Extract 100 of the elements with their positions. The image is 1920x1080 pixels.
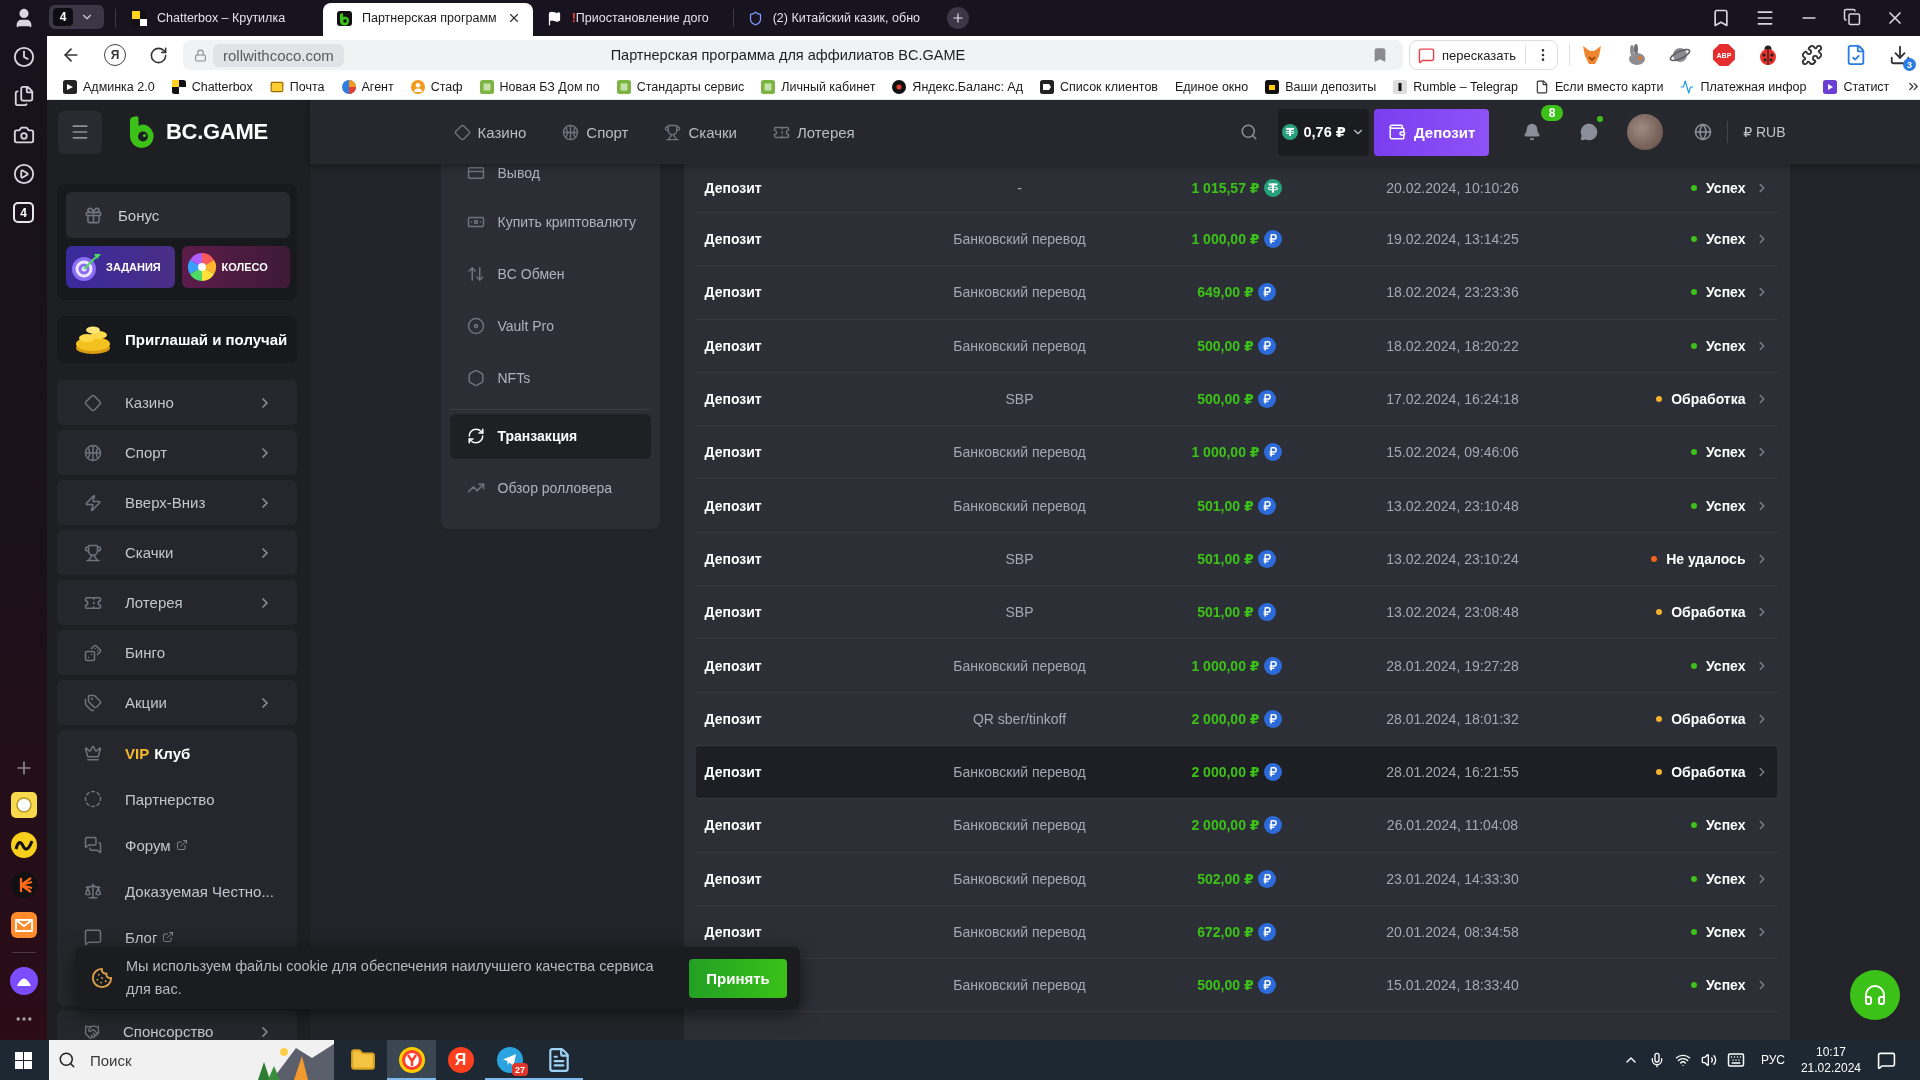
- menu-icon[interactable]: [1755, 8, 1775, 28]
- status-label: Успех: [1706, 657, 1746, 674]
- keyboard-icon[interactable]: [1726, 1051, 1745, 1069]
- refresh-icon: [466, 427, 485, 445]
- nav-link[interactable]: Лотерея: [773, 123, 855, 141]
- bookmark-link[interactable]: Rumble – Telegrap: [1393, 79, 1518, 94]
- search-icon[interactable]: [1240, 123, 1259, 141]
- notes-icon[interactable]: [12, 85, 35, 107]
- sidebar-link[interactable]: VIP Клуб: [84, 744, 191, 762]
- amount: 500,00 ₽: [1197, 391, 1254, 408]
- wallet-menu-item[interactable]: BC Обмен: [466, 265, 565, 283]
- tab-counter-button[interactable]: 4: [13, 202, 34, 223]
- url-text: rollwithcoco.com: [213, 43, 344, 67]
- bookmark-link[interactable]: Стандарты сервис: [616, 79, 745, 94]
- starburst-logo-icon[interactable]: [10, 872, 37, 898]
- retell-button[interactable]: пересказать: [1409, 40, 1558, 70]
- sidebar-link[interactable]: Блог: [84, 928, 175, 946]
- bonus-button[interactable]: Бонус: [66, 192, 290, 238]
- invite-banner[interactable]: Приглашай и получай: [57, 316, 297, 363]
- puzzle-icon[interactable]: [1800, 44, 1823, 66]
- wallet-menu-item[interactable]: Вывод: [466, 164, 540, 182]
- date-time: 13.02.2024, 23:10:24: [1386, 550, 1519, 567]
- language-indicator[interactable]: РУС: [1760, 1053, 1785, 1067]
- fox-icon[interactable]: [1580, 44, 1603, 66]
- sidebar-link[interactable]: Доказуемая Честно...: [84, 882, 274, 900]
- taskbar-app[interactable]: 27: [485, 1040, 534, 1080]
- new-tab-button[interactable]: [946, 7, 969, 29]
- menu-button[interactable]: [58, 110, 102, 154]
- bubble-logo-icon[interactable]: [9, 967, 38, 995]
- sidebar-item[interactable]: Акции: [57, 680, 297, 725]
- tab[interactable]: (2) Китайский казик, обно: [733, 3, 934, 36]
- bookmark-link[interactable]: Если вместо карти: [1534, 79, 1664, 94]
- bookmark-link[interactable]: Платежная инфор: [1680, 79, 1807, 94]
- tab-count-button[interactable]: 4: [49, 5, 104, 29]
- taskbar-app[interactable]: [387, 1040, 436, 1080]
- tab[interactable]: Партнерская программ: [323, 3, 533, 36]
- reload-icon[interactable]: [149, 45, 168, 65]
- speaker-icon[interactable]: [1700, 1052, 1717, 1068]
- bookmark-link[interactable]: Единое окно: [1175, 79, 1249, 94]
- bell-icon[interactable]: [1523, 123, 1542, 141]
- bookmark-link[interactable]: Ваши депозиты: [1265, 79, 1377, 94]
- bookmark-link[interactable]: Админка 2.0: [63, 79, 155, 94]
- bookmark-link[interactable]: Яндекс.Баланс: Ад: [892, 79, 1023, 94]
- sidebar-item[interactable]: Скачки: [57, 530, 297, 575]
- sidebar-link[interactable]: Партнерство: [84, 790, 215, 808]
- highlighted-row[interactable]: Депозит Банковский перевод 2 000,00 ₽ 28.01.2024, 16:21:55 Обработка: [695, 745, 1777, 800]
- sidebar-item[interactable]: Лотерея: [57, 580, 297, 625]
- wallet-menu-item[interactable]: Транзакция: [449, 413, 651, 459]
- sidebar-link[interactable]: Форум: [84, 836, 188, 854]
- nav-link[interactable]: Спорт: [562, 123, 629, 141]
- tab[interactable]: !Приостановление дого: [532, 3, 733, 36]
- sidebar-item[interactable]: Вверх-Вниз: [57, 480, 297, 525]
- status-label: Успех: [1706, 924, 1746, 940]
- envelope-icon[interactable]: [10, 912, 37, 938]
- balance-button[interactable]: 0,76 ₽: [1278, 108, 1370, 156]
- coin-icon: [1263, 709, 1282, 728]
- search-field[interactable]: Поиск: [49, 1040, 334, 1080]
- wallet-menu-item[interactable]: Vault Pro: [466, 317, 555, 335]
- sidebar-item[interactable]: Казино: [57, 380, 297, 425]
- notification-icon[interactable]: [1877, 1050, 1896, 1070]
- screenshot-icon[interactable]: [12, 124, 35, 146]
- download-icon[interactable]: [1888, 44, 1911, 66]
- currency-button[interactable]: ₽ RUB: [1743, 124, 1786, 140]
- bookmark-link[interactable]: Список клиентов: [1040, 79, 1158, 94]
- history-icon[interactable]: [12, 46, 35, 68]
- tab[interactable]: Chatterbox – Крутилка: [118, 3, 318, 36]
- wallet-menu-item[interactable]: NFTs: [466, 369, 531, 387]
- emblem-tile-icon[interactable]: [10, 792, 37, 818]
- bookmark-link[interactable]: Личный кабинет: [761, 79, 876, 94]
- wallet-menu-item[interactable]: Обзор ролловера: [466, 479, 612, 497]
- bookmark-icon[interactable]: [1711, 8, 1731, 28]
- bookmark-link[interactable]: Стаф: [410, 79, 463, 94]
- amount: 2 000,00 ₽: [1191, 710, 1260, 727]
- chat-icon[interactable]: [1580, 123, 1599, 141]
- bookmark-link[interactable]: Почта: [269, 79, 325, 94]
- promo-tile[interactable]: ЗАДАНИЯ: [66, 246, 175, 288]
- wallet-menu-item[interactable]: Купить криптовалюту: [466, 213, 636, 231]
- taskbar-app[interactable]: Я: [436, 1040, 485, 1080]
- sidebar-item[interactable]: Спорт: [57, 430, 297, 475]
- play-icon[interactable]: [12, 163, 35, 185]
- wifi-icon[interactable]: [1674, 1052, 1691, 1068]
- restore-icon[interactable]: [1843, 8, 1861, 26]
- coin-icon: [1282, 124, 1299, 140]
- squiggle-logo-icon[interactable]: [10, 832, 37, 858]
- globe-icon[interactable]: [1694, 123, 1713, 141]
- bookmark-link[interactable]: Новая БЗ Дом по: [479, 79, 600, 94]
- nav-link[interactable]: Казино: [453, 123, 527, 141]
- amount: 501,00 ₽: [1197, 497, 1254, 514]
- sidebar-item[interactable]: Спонсорство: [57, 1010, 297, 1040]
- bookmark-link[interactable]: Chatterbox: [171, 79, 253, 94]
- promo-tile[interactable]: КОЛЕСО: [181, 246, 290, 288]
- avatar[interactable]: [1627, 114, 1664, 150]
- deposit-button[interactable]: Депозит: [1374, 108, 1490, 156]
- bookmark-link[interactable]: Статист: [1823, 79, 1890, 94]
- nav-link[interactable]: Скачки: [664, 123, 737, 141]
- address-field[interactable]: rollwithcoco.com Партнерская программа для аффилиатов BC.GAME: [183, 40, 1403, 70]
- payment-method: Банковский перевод: [953, 497, 1086, 514]
- site-icon: [1040, 79, 1054, 94]
- bookmark-link[interactable]: Агент: [341, 79, 394, 94]
- sidebar-item[interactable]: Бинго: [57, 630, 297, 675]
